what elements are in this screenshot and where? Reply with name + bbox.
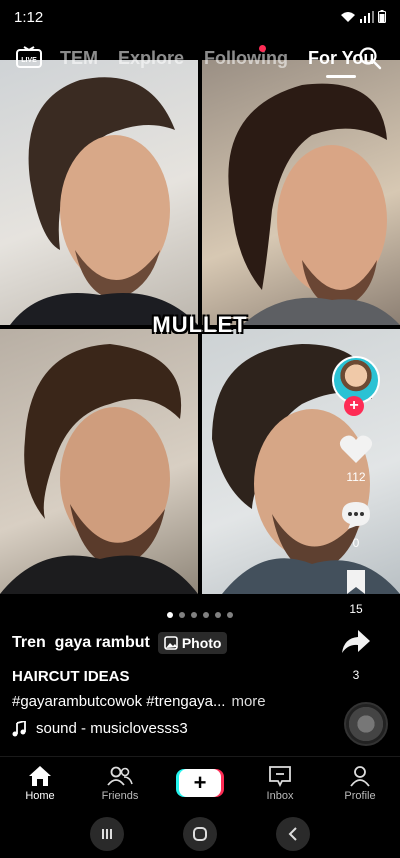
nav-inbox-label: Inbox [266, 789, 294, 802]
follow-plus-icon[interactable]: + [344, 396, 364, 416]
bookmark-icon[interactable] [344, 568, 368, 596]
share-icon[interactable] [340, 628, 372, 656]
recent-apps-icon [101, 829, 112, 839]
system-navigation [0, 810, 400, 858]
home-circle-icon [192, 827, 207, 841]
sound-row[interactable]: sound - musiclovesss3 [12, 720, 332, 737]
profile-icon [350, 765, 370, 787]
nav-inbox[interactable]: Inbox [240, 757, 320, 809]
status-time: 1:12 [14, 9, 44, 26]
overlay-caption: MULLET [152, 312, 248, 337]
nav-profile-label: Profile [344, 789, 376, 802]
photo-badge-label: Photo [181, 635, 222, 651]
comment-icon[interactable] [340, 500, 372, 530]
signal-icon [360, 11, 374, 23]
live-label: LIVE [21, 57, 37, 64]
save-action[interactable]: 15 [328, 568, 384, 616]
nav-home[interactable]: Home [0, 757, 80, 809]
carousel-dot[interactable] [179, 612, 185, 618]
sound-disc[interactable] [344, 702, 388, 746]
heart-icon[interactable] [339, 434, 373, 464]
recent-apps-button[interactable] [89, 817, 124, 851]
music-note-icon [12, 720, 26, 736]
nav-friends[interactable]: Friends [80, 757, 160, 809]
more-link[interactable]: more [231, 693, 265, 710]
photo-tile-1 [0, 60, 198, 325]
nav-home-label: Home [25, 789, 55, 802]
photo-tile-2 [202, 60, 400, 325]
feed-tabs: TEM Explore Following For You [60, 48, 374, 78]
carousel-dot[interactable] [227, 612, 233, 618]
live-icon[interactable]: LIVE [16, 46, 42, 68]
hashtags-text[interactable]: #gayarambutcowok #trengaya... [12, 693, 225, 710]
hashtags: #gayarambutcowok #trengaya... more [12, 693, 332, 710]
nav-create[interactable]: + [160, 757, 240, 809]
tab-explore[interactable]: Explore [118, 48, 184, 69]
photo-tile-3 [0, 329, 198, 594]
tab-following[interactable]: Following [204, 48, 288, 69]
top-navigation: LIVE TEM Explore Following For You [0, 40, 400, 78]
back-button[interactable] [276, 817, 311, 851]
home-system-button[interactable] [182, 817, 217, 851]
post-title-row: Tren gaya rambut Photo [12, 632, 332, 654]
friends-icon [107, 766, 133, 786]
post-subtitle: HAIRCUT IDEAS [12, 668, 130, 685]
system-icons [340, 10, 386, 23]
comment-count: 0 [352, 536, 360, 550]
tab-tem[interactable]: TEM [60, 48, 98, 69]
carousel-dot[interactable] [191, 612, 197, 618]
nav-friends-label: Friends [101, 789, 139, 802]
post-info: Tren gaya rambut Photo HAIRCUT IDEAS #ga… [12, 632, 332, 737]
carousel-dot[interactable] [203, 612, 209, 618]
like-action[interactable]: 112 [328, 434, 384, 484]
home-icon [29, 765, 51, 786]
search-icon[interactable] [358, 46, 382, 70]
image-icon [164, 636, 178, 650]
share-action[interactable]: 3 [328, 628, 384, 682]
carousel-dot[interactable] [215, 612, 221, 618]
carousel-dot[interactable] [167, 612, 173, 618]
photo-badge: Photo [157, 632, 228, 654]
nav-profile[interactable]: Profile [320, 757, 400, 809]
back-chevron-icon [288, 827, 298, 841]
status-bar: 1:12 [0, 0, 400, 36]
like-count: 112 [346, 470, 366, 484]
save-count: 15 [349, 602, 363, 616]
bottom-navigation: Home Friends + Inbox Profile [0, 756, 400, 809]
share-count: 3 [352, 668, 360, 682]
sound-label[interactable]: sound - musiclovesss3 [36, 720, 188, 737]
comment-action[interactable]: 0 [328, 500, 384, 550]
notification-dot [259, 45, 266, 52]
inbox-icon [269, 765, 291, 787]
post-title: Tren gaya rambut [12, 634, 150, 651]
create-plus-icon[interactable]: + [179, 769, 221, 797]
wifi-icon [341, 12, 355, 22]
battery-icon [378, 10, 386, 23]
